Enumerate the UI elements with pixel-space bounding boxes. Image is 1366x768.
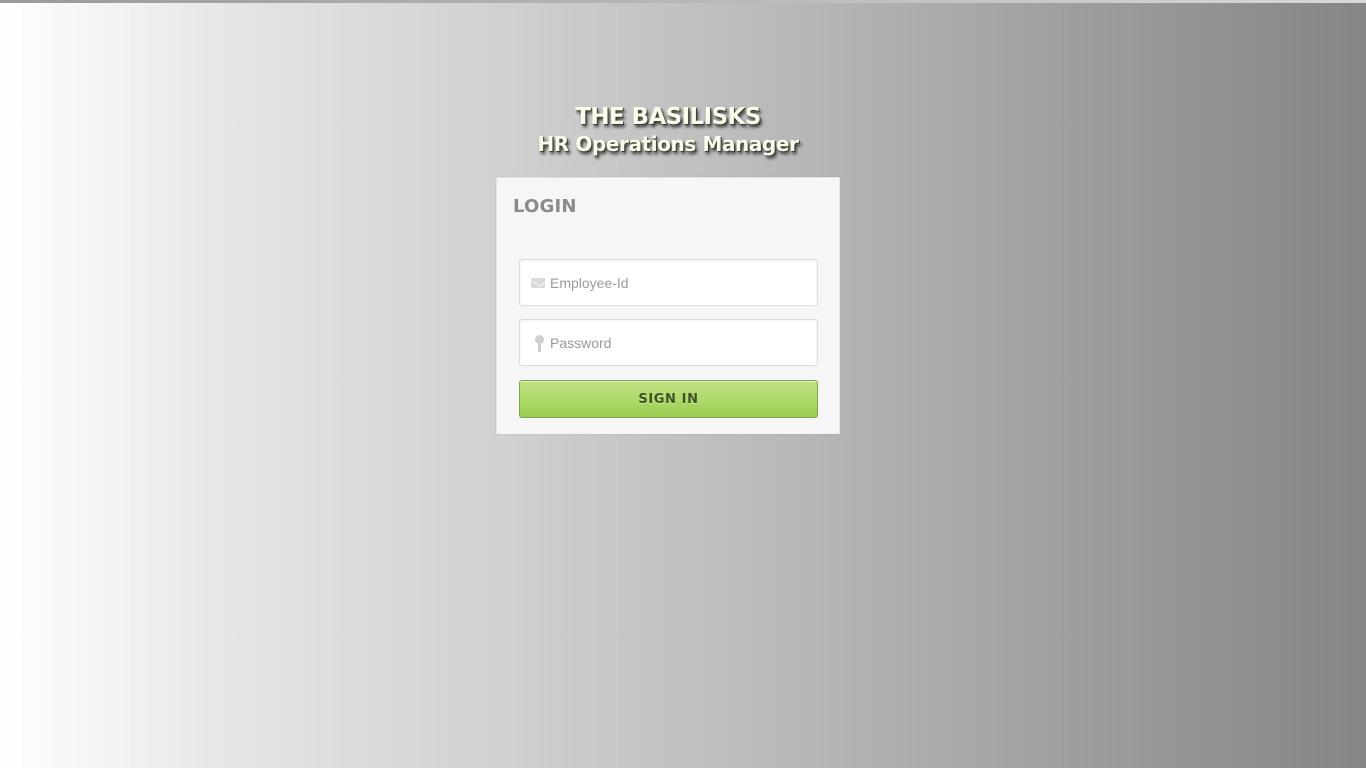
key-icon bbox=[535, 335, 544, 352]
top-border-line bbox=[0, 0, 1366, 3]
brand-title: THE BASILISKS bbox=[575, 104, 761, 130]
employee-id-field bbox=[519, 259, 818, 306]
employee-id-input[interactable] bbox=[550, 260, 810, 305]
brand-header: THE BASILISKS HR Operations Manager bbox=[483, 102, 853, 156]
password-field bbox=[519, 319, 818, 366]
login-panel: LOGIN SIGN IN bbox=[496, 177, 840, 434]
brand-subtitle: HR Operations Manager bbox=[537, 132, 799, 156]
password-input[interactable] bbox=[550, 320, 810, 365]
login-heading: LOGIN bbox=[513, 196, 577, 217]
sign-in-button[interactable]: SIGN IN bbox=[519, 380, 818, 418]
envelope-icon bbox=[531, 278, 545, 288]
